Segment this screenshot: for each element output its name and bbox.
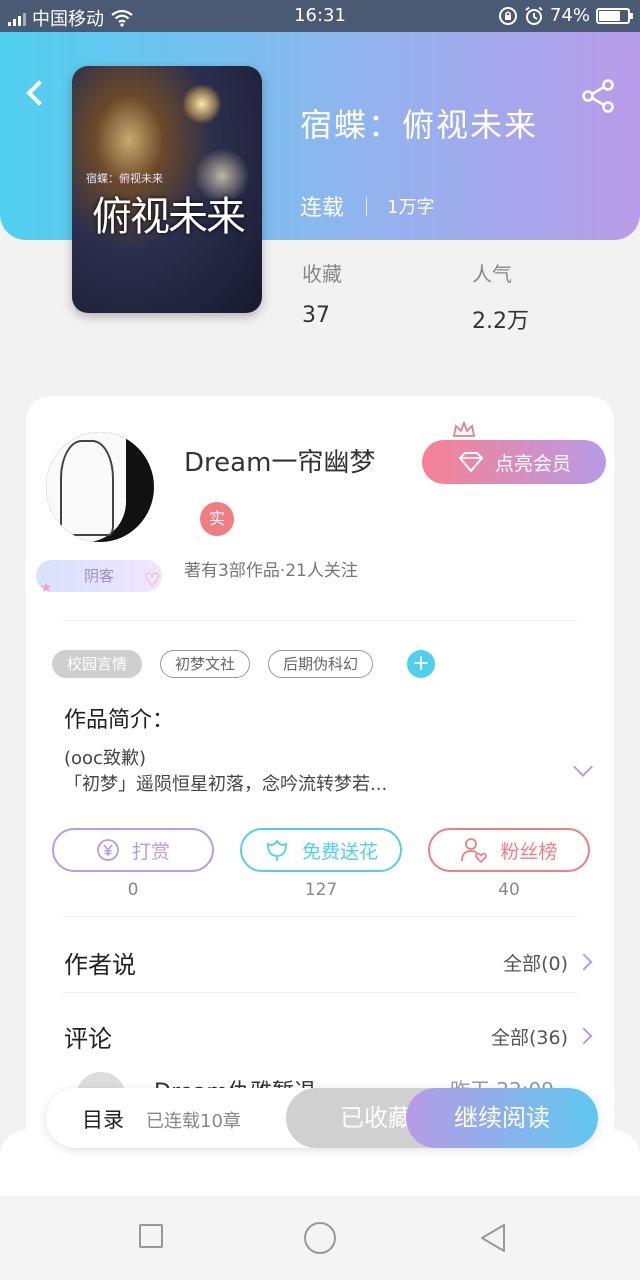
divider — [62, 620, 578, 621]
chapter-count: 已连载10章 — [146, 1111, 241, 1132]
book-status-row: 连载 1万字 — [300, 190, 434, 222]
crown-icon — [452, 420, 476, 437]
author-avatar[interactable] — [46, 432, 154, 542]
recent-apps-icon[interactable] — [139, 1224, 163, 1248]
author-name[interactable]: Dream一帘幽梦 — [184, 442, 375, 479]
intro-text: (ooc致歉) — [64, 748, 146, 769]
serial-status: 连载 — [300, 196, 345, 221]
vip-button[interactable]: 点亮会员 — [422, 440, 606, 484]
continue-reading-button[interactable]: 继续阅读 — [406, 1088, 598, 1148]
intro-text: 「初梦」遥陨恒星初落，念吟流转梦若... — [64, 774, 388, 795]
author-says-title: 作者说 — [64, 950, 136, 979]
stat-value: 37 — [302, 303, 330, 328]
chevron-right-icon — [575, 1027, 593, 1045]
tip-count: 0 — [127, 880, 139, 900]
send-flower-label: 免费送花 — [301, 840, 378, 863]
add-tag-button[interactable]: + — [407, 650, 436, 678]
diamond-icon — [458, 452, 484, 473]
divider — [62, 916, 578, 917]
tag-list: 校园言情 初梦文社 后期伪科幻 + — [52, 650, 436, 678]
chevron-right-icon — [575, 953, 593, 971]
status-bar: 中国移动 16:31 74% — [0, 0, 640, 32]
author-says-more[interactable]: 全部(0) — [503, 949, 593, 976]
stat-label: 收藏 — [302, 262, 342, 286]
chevron-down-icon[interactable] — [572, 758, 596, 782]
author-meta: 著有3部作品·21人关注 — [184, 561, 358, 581]
flower-icon — [267, 839, 287, 861]
cover-moon — [182, 84, 222, 124]
fan-ranking-button[interactable]: 粉丝榜 — [428, 828, 590, 872]
stat-label: 人气 — [472, 262, 512, 286]
status-right: 74% — [498, 5, 633, 26]
vip-button-label: 点亮会员 — [494, 452, 571, 475]
word-count: 1万字 — [387, 197, 435, 218]
flower-count: 127 — [304, 880, 338, 900]
stat-value: 2.2万 — [472, 309, 529, 334]
star-icon: ★ — [40, 580, 53, 596]
system-nav-bar — [0, 1196, 640, 1280]
verified-badge: 实 — [200, 502, 234, 536]
back-triangle-icon[interactable] — [478, 1222, 508, 1254]
tip-button[interactable]: 打赏 — [52, 828, 214, 872]
fan-count: 40 — [498, 880, 520, 900]
bottom-action-bar: 目录 已连载10章 已收藏 继续阅读 — [46, 1088, 598, 1148]
battery-icon — [596, 7, 633, 24]
book-detail-card: Dream一帘幽梦 实 点亮会员 阴客 ♡ ★ 著有3部作品·21人关注 校园言… — [26, 396, 614, 1156]
stat-popularity: 人气 2.2万 — [472, 258, 529, 335]
rotation-lock-icon — [498, 6, 517, 25]
tag-item[interactable]: 校园言情 — [52, 650, 143, 678]
cover-title: 俯视未来 — [92, 194, 246, 240]
author-says-row[interactable]: 作者说 全部(0) — [64, 942, 593, 982]
fan-ranking-label: 粉丝榜 — [500, 840, 558, 863]
comments-row[interactable]: 评论 全部(36) — [64, 1016, 593, 1056]
intro-title: 作品简介： — [64, 708, 175, 733]
tag-item[interactable]: 初梦文社 — [160, 650, 251, 678]
heart-icon: ♡ — [144, 570, 161, 591]
back-button[interactable] — [22, 78, 52, 108]
comments-title: 评论 — [64, 1024, 112, 1053]
comments-more[interactable]: 全部(36) — [491, 1023, 593, 1050]
toc-button[interactable]: 目录 — [82, 1104, 124, 1134]
yen-icon — [97, 839, 119, 861]
send-flower-button[interactable]: 免费送花 — [240, 828, 402, 872]
alarm-icon — [525, 6, 543, 25]
tag-item[interactable]: 后期伪科幻 — [268, 650, 374, 678]
home-icon[interactable] — [304, 1222, 336, 1254]
divider — [62, 992, 578, 993]
battery-percent: 74% — [549, 5, 590, 26]
book-title: 宿蝶：俯视未来 — [300, 106, 539, 144]
status-divider — [366, 196, 368, 216]
share-icon[interactable] — [580, 78, 616, 114]
tip-button-label: 打赏 — [131, 840, 170, 863]
avatar-outline — [60, 440, 114, 536]
user-heart-icon — [461, 838, 488, 863]
stat-favorites: 收藏 37 — [302, 258, 342, 328]
book-cover[interactable]: 宿蝶：俯视未来 俯视未来 — [72, 66, 262, 313]
